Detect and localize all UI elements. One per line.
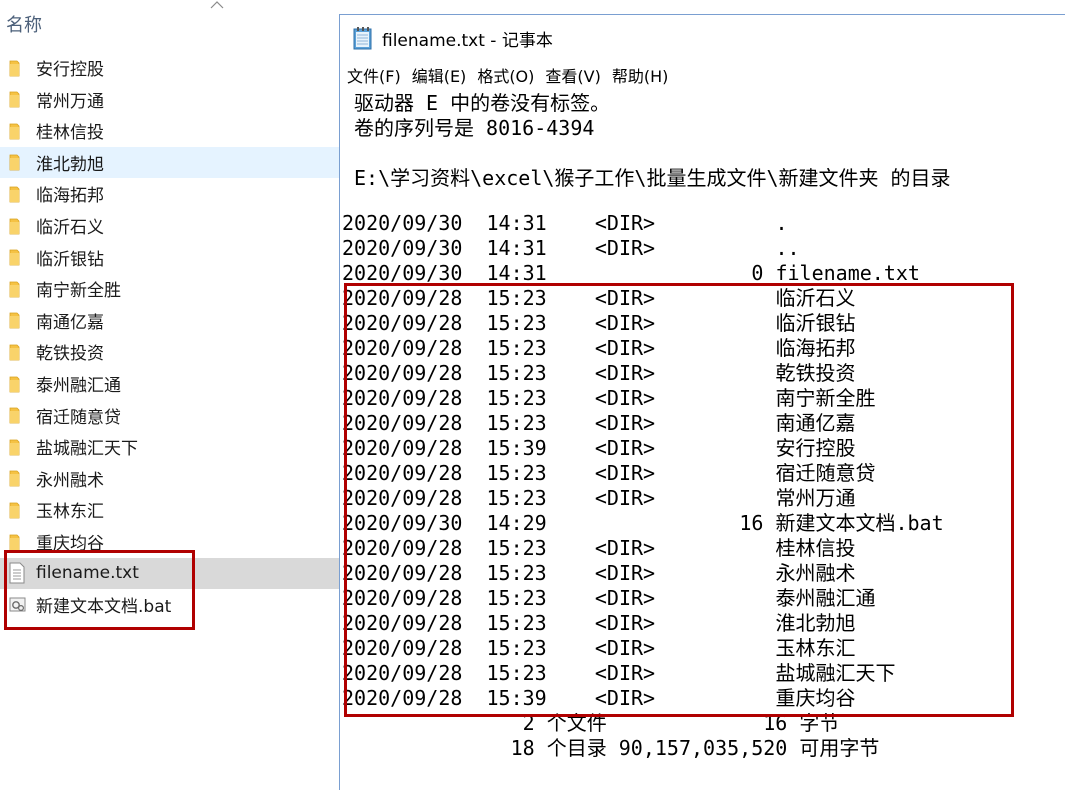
- file-list-item[interactable]: 盐城融汇天下: [0, 431, 340, 462]
- file-list-item[interactable]: 泰州融汇通: [0, 368, 340, 399]
- file-name-label: 桂林信投: [36, 123, 104, 144]
- folder-icon: [8, 87, 34, 111]
- file-name-label: 宿迁随意贷: [36, 407, 121, 428]
- file-name-label: 南通亿嘉: [36, 312, 104, 333]
- folder-icon: [8, 182, 34, 206]
- file-name-label: 玉林东汇: [36, 502, 104, 523]
- folder-icon: [8, 435, 34, 459]
- file-list-item[interactable]: 临沂石义: [0, 210, 340, 241]
- file-name-label: 泰州融汇通: [36, 376, 121, 396]
- notepad-icon: [353, 27, 372, 50]
- file-name-label: 盐城融汇天下: [36, 439, 138, 460]
- file-name-label: 淮北勃旭: [36, 154, 104, 175]
- folder-icon: [8, 340, 34, 364]
- folder-icon: [8, 498, 34, 522]
- file-list-item[interactable]: 常州万通: [0, 84, 340, 115]
- file-list-item[interactable]: 宿迁随意贷: [0, 400, 340, 431]
- file-list-item[interactable]: 玉林东汇: [0, 494, 340, 525]
- file-list-item[interactable]: 临沂银钻: [0, 242, 340, 273]
- file-name-label: 常州万通: [36, 91, 104, 112]
- folder-icon: [8, 466, 34, 490]
- file-list-item[interactable]: 桂林信投: [0, 115, 340, 146]
- folder-icon: [8, 308, 34, 332]
- highlight-box-files: [4, 550, 195, 630]
- file-explorer-pane: 名称 安行控股常州万通桂林信投淮北勃旭临海拓邦临沂石义临沂银钻南宁新全胜南通亿嘉…: [0, 0, 340, 789]
- menu-view[interactable]: 查看(V): [545, 63, 600, 87]
- file-name-label: 临海拓邦: [36, 186, 104, 207]
- file-list-item[interactable]: 南宁新全胜: [0, 273, 340, 304]
- file-name-label: 临沂石义: [36, 218, 104, 238]
- menu-edit[interactable]: 编辑(E): [412, 63, 467, 87]
- folder-icon: [8, 372, 34, 396]
- folder-icon: [8, 403, 34, 427]
- file-list-item[interactable]: 南通亿嘉: [0, 305, 340, 336]
- directory-line: 2020/09/30 14:31 <DIR> .: [342, 211, 788, 235]
- menu-help[interactable]: 帮助(H): [612, 63, 669, 87]
- file-name-label: 临沂银钻: [36, 249, 104, 270]
- file-name-label: 乾铁投资: [36, 344, 104, 365]
- file-list-item[interactable]: 永州融术: [0, 463, 340, 494]
- folder-icon: [8, 277, 34, 301]
- name-column-header[interactable]: 名称: [6, 11, 42, 37]
- directory-line: 2020/09/30 14:31 <DIR> ..: [342, 236, 800, 260]
- file-list-item[interactable]: 乾铁投资: [0, 336, 340, 367]
- menu-format[interactable]: 格式(O): [477, 63, 534, 87]
- sort-ascending-icon: [210, 1, 224, 9]
- folder-icon: [8, 214, 34, 238]
- file-name-label: 永州融术: [36, 470, 104, 491]
- notepad-window: filename.txt - 记事本 文件(F) 编辑(E) 格式(O) 查看(…: [339, 14, 1065, 790]
- file-list-item[interactable]: 临海拓邦: [0, 178, 340, 209]
- folder-icon: [8, 245, 34, 269]
- file-list-item[interactable]: 安行控股: [0, 52, 340, 83]
- highlight-box-directories: [344, 283, 1014, 717]
- summary-line: 18 个目录 90,157,035,520 可用字节: [342, 736, 880, 760]
- menu-bar: 文件(F) 编辑(E) 格式(O) 查看(V) 帮助(H): [340, 61, 1065, 89]
- menu-file[interactable]: 文件(F): [347, 63, 401, 87]
- file-name-label: 南宁新全胜: [36, 281, 121, 302]
- header-line: E:\学习资料\excel\猴子工作\批量生成文件\新建文件夹 的目录: [354, 166, 951, 190]
- title-bar[interactable]: filename.txt - 记事本: [340, 15, 1065, 61]
- file-list-item[interactable]: 淮北勃旭: [0, 146, 340, 178]
- header-line: 卷的序列号是 8016-4394: [354, 116, 595, 140]
- folder-icon: [8, 119, 34, 143]
- window-title: filename.txt - 记事本: [382, 30, 553, 51]
- folder-icon: [8, 56, 34, 80]
- header-line: 驱动器 E 中的卷没有标签。: [354, 91, 611, 115]
- folder-icon: [8, 150, 34, 174]
- file-name-label: 安行控股: [36, 60, 104, 80]
